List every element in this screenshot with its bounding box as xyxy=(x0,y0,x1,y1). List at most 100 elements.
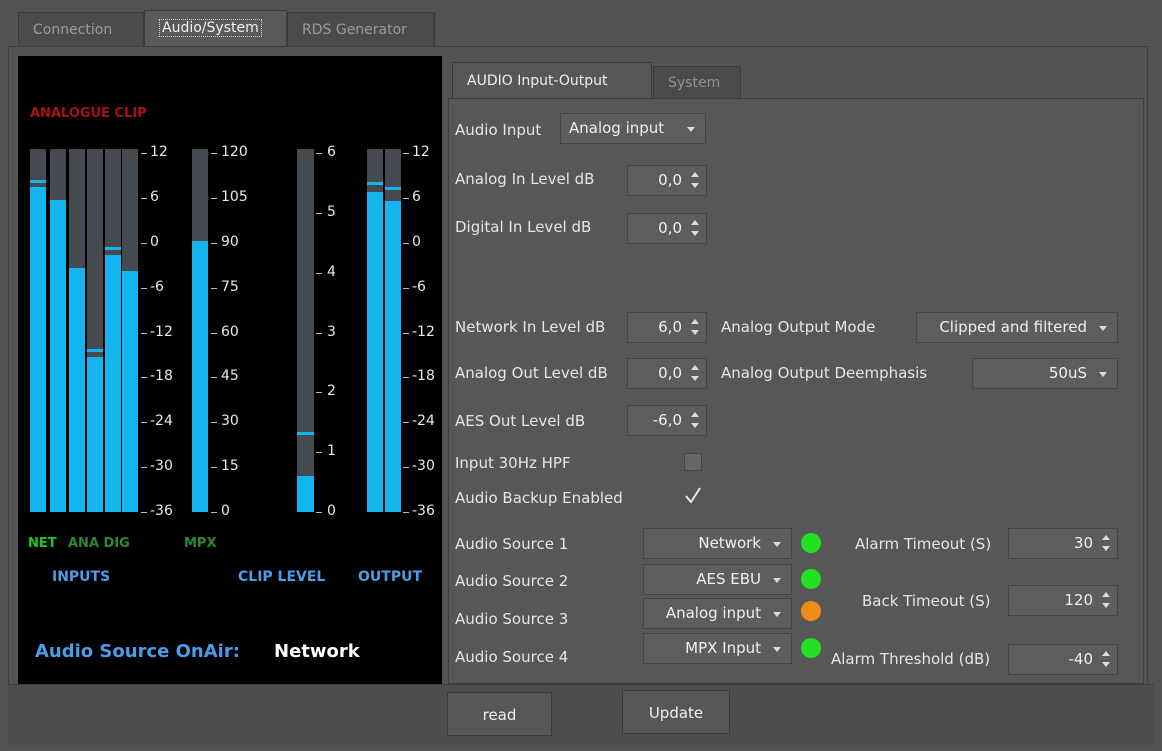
output-scale-tick xyxy=(403,198,409,199)
input-meter-5-peak xyxy=(105,247,121,250)
clip-scale-tick xyxy=(316,392,322,393)
chevron-down-icon xyxy=(1099,372,1107,377)
output-scale-label: -18 xyxy=(412,368,435,384)
analog-out-spinbox[interactable]: 0,0 xyxy=(627,358,707,389)
analog-in-label: Analog In Level dB xyxy=(455,170,595,188)
inputs-scale-tick xyxy=(141,198,147,199)
spin-arrows-icon[interactable] xyxy=(690,218,700,239)
clip-scale-label: 5 xyxy=(327,204,336,220)
chevron-down-icon xyxy=(773,542,781,547)
bottom-bar xyxy=(8,684,1154,745)
inputs-scale-tick xyxy=(141,422,147,423)
output-scale-label: -24 xyxy=(412,413,435,429)
analog-output-mode-label: Analog Output Mode xyxy=(721,318,876,336)
spin-arrows-icon[interactable] xyxy=(690,410,700,431)
network-in-spinbox[interactable]: 6,0 xyxy=(627,312,707,343)
mpx-scale-tick xyxy=(211,467,217,468)
digital-in-label: Digital In Level dB xyxy=(455,218,592,236)
output-meter-1-peak xyxy=(367,182,383,185)
spin-arrows-icon[interactable] xyxy=(690,170,700,191)
tab-audio-input-output[interactable]: AUDIO Input-Output xyxy=(452,62,652,98)
alarm-threshold-label: Alarm Threshold (dB) xyxy=(831,650,991,668)
audio-source-2-led xyxy=(801,569,821,589)
mpx-scale-label: 120 xyxy=(221,144,248,160)
update-button[interactable]: Update xyxy=(622,690,730,734)
audio-input-select[interactable]: Analog input xyxy=(560,113,706,144)
audio-source-4-label: Audio Source 4 xyxy=(455,648,569,666)
alarm-threshold-value: -40 xyxy=(1068,650,1094,668)
spin-arrows-icon[interactable] xyxy=(1101,590,1111,611)
tab-audio-system-label: Audio/System xyxy=(159,19,262,37)
clip-scale-label: 0 xyxy=(327,503,336,519)
analog-in-value: 0,0 xyxy=(658,171,682,189)
audio-source-4-value: MPX Input xyxy=(685,639,761,657)
digital-in-value: 0,0 xyxy=(658,219,682,237)
network-in-value: 6,0 xyxy=(658,318,682,336)
spin-arrows-icon[interactable] xyxy=(1101,649,1111,670)
output-scale-tick xyxy=(403,422,409,423)
inputs-scale-label: 12 xyxy=(150,144,168,160)
chevron-down-icon xyxy=(773,612,781,617)
analog-out-value: 0,0 xyxy=(658,364,682,382)
output-scale-label: 6 xyxy=(412,189,421,205)
mpx-scale-label: 105 xyxy=(221,189,248,205)
back-timeout-value: 120 xyxy=(1064,591,1093,609)
spin-arrows-icon[interactable] xyxy=(1101,533,1111,554)
legend-ana-dig: ANA DIG xyxy=(68,536,130,551)
audio-source-1-led xyxy=(801,533,821,553)
tab-system[interactable]: System xyxy=(653,66,741,98)
output-scale-tick xyxy=(403,377,409,378)
input-meter-1-fill xyxy=(30,187,46,512)
aes-out-label: AES Out Level dB xyxy=(455,412,586,430)
tab-audio-system[interactable]: Audio/System xyxy=(144,10,287,46)
audio-source-1-select[interactable]: Network xyxy=(643,528,792,559)
tab-connection[interactable]: Connection xyxy=(18,12,144,46)
backup-checkbox[interactable] xyxy=(684,486,702,504)
mpx-scale-tick xyxy=(211,288,217,289)
back-timeout-spinbox[interactable]: 120 xyxy=(1008,585,1118,616)
inputs-scale-label: 6 xyxy=(150,189,159,205)
analog-output-mode-select[interactable]: Clipped and filtered xyxy=(916,312,1118,343)
analog-in-spinbox[interactable]: 0,0 xyxy=(627,165,707,196)
audio-source-3-select[interactable]: Analog input xyxy=(643,598,792,629)
onair-label: Audio Source OnAir: xyxy=(35,641,240,662)
inputs-scale-tick xyxy=(141,377,147,378)
output-scale-tick xyxy=(403,288,409,289)
mpx-scale-label: 15 xyxy=(221,458,239,474)
spin-arrows-icon[interactable] xyxy=(690,363,700,384)
output-scale-label: 12 xyxy=(412,144,430,160)
output-scale-tick xyxy=(403,153,409,154)
hpf-checkbox[interactable] xyxy=(684,453,702,471)
audio-source-4-select[interactable]: MPX Input xyxy=(643,633,792,664)
digital-in-spinbox[interactable]: 0,0 xyxy=(627,213,707,244)
alarm-threshold-spinbox[interactable]: -40 xyxy=(1008,644,1118,675)
clip-meter-peak xyxy=(297,432,314,435)
read-button[interactable]: read xyxy=(447,692,552,736)
analog-output-deemph-select[interactable]: 50uS xyxy=(972,358,1118,389)
inputs-heading: INPUTS xyxy=(52,569,111,585)
input-meter-4-peak xyxy=(87,349,103,352)
inputs-scale-label: -6 xyxy=(150,279,164,295)
audio-source-3-label: Audio Source 3 xyxy=(455,610,569,628)
clip-meter-fill xyxy=(297,476,314,512)
tab-rds-generator[interactable]: RDS Generator xyxy=(287,12,435,46)
audio-input-label: Audio Input xyxy=(455,121,542,139)
inputs-scale-label: -18 xyxy=(150,368,173,384)
spin-arrows-icon[interactable] xyxy=(690,317,700,338)
audio-source-2-select[interactable]: AES EBU xyxy=(643,564,792,595)
audio-source-2-value: AES EBU xyxy=(696,570,761,588)
output-heading: OUTPUT xyxy=(358,569,422,585)
clip-scale-tick xyxy=(316,333,322,334)
legend-mpx: MPX xyxy=(184,536,217,551)
aes-out-spinbox[interactable]: -6,0 xyxy=(627,405,707,436)
audio-source-3-led xyxy=(801,601,821,621)
clip-meter-track xyxy=(297,149,314,512)
mpx-meter-fill xyxy=(192,241,208,512)
output-meter-2-fill xyxy=(385,201,401,512)
output-scale-tick xyxy=(403,333,409,334)
mpx-scale-label: 45 xyxy=(221,368,239,384)
clip-scale-label: 1 xyxy=(327,443,336,459)
clip-scale-label: 6 xyxy=(327,144,336,160)
alarm-timeout-spinbox[interactable]: 30 xyxy=(1008,528,1118,559)
back-timeout-label: Back Timeout (S) xyxy=(862,592,991,610)
